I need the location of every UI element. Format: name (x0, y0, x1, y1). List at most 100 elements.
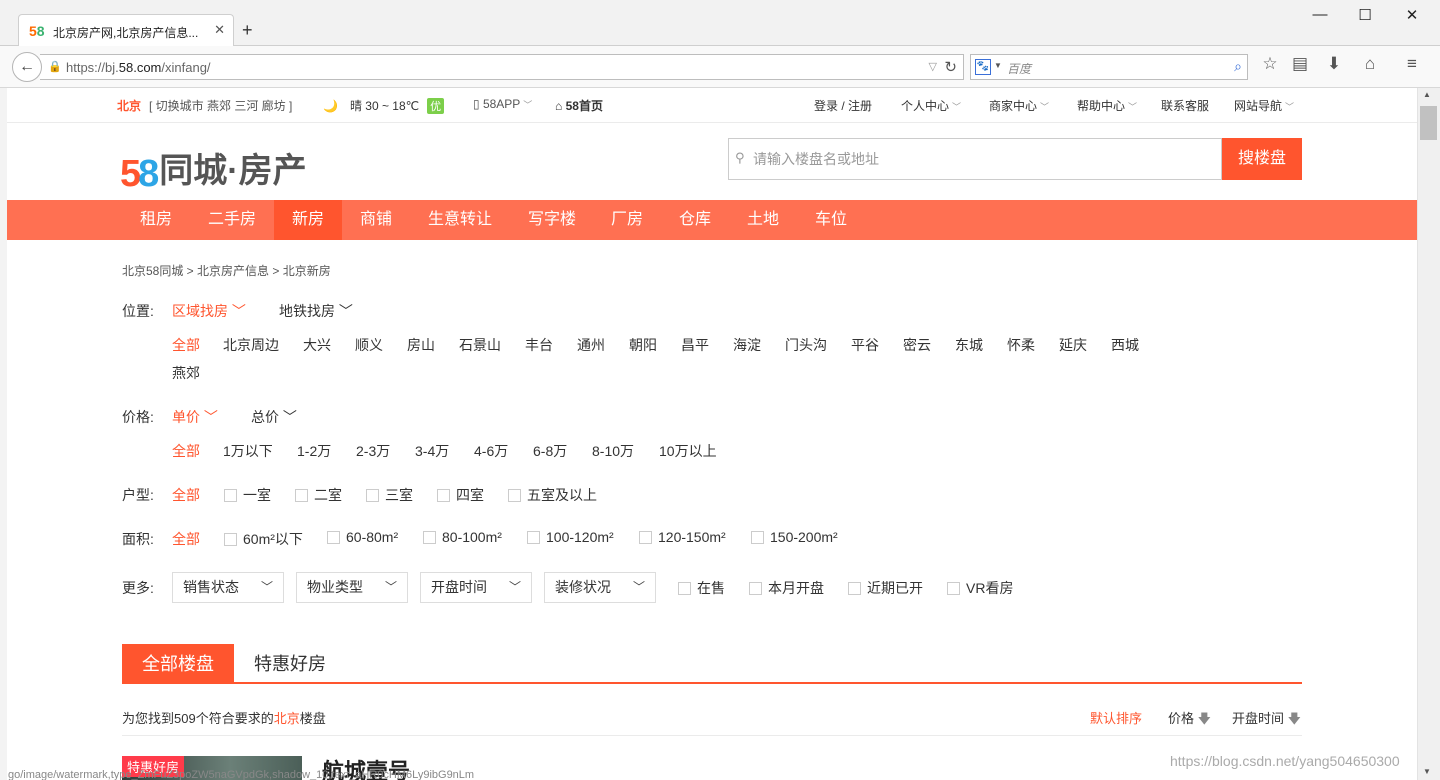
district-all[interactable]: 全部 (172, 335, 200, 355)
scroll-down-icon[interactable]: ▼ (1423, 767, 1431, 776)
checkbox-box[interactable] (527, 531, 540, 544)
opening-this-month-checkbox[interactable]: 本月开盘 (749, 578, 824, 598)
nav-item-office[interactable]: 写字楼 (517, 200, 587, 240)
tab-unit-price[interactable]: 单价 ﹀ (172, 407, 218, 427)
nav-item-shops[interactable]: 商铺 (347, 200, 405, 240)
help-center-link[interactable]: 帮助中心 ﹀ (1077, 97, 1137, 114)
district-daxing[interactable]: 大兴 (303, 335, 331, 355)
district-shijingshan[interactable]: 石景山 (459, 335, 501, 355)
new-tab-icon[interactable]: + (242, 20, 253, 41)
layout-2-room-checkbox[interactable]: 二室 (295, 485, 342, 505)
layout-4-room-checkbox[interactable]: 四室 (437, 485, 484, 505)
district-yanjiao[interactable]: 燕郊 (172, 363, 200, 383)
app-download-link[interactable]: ▯ 58APP ﹀ (473, 97, 532, 111)
current-city[interactable]: 北京 (117, 97, 141, 114)
price-6-8w[interactable]: 6-8万 (533, 441, 567, 461)
search-button[interactable]: 搜楼盘 (1222, 138, 1302, 180)
district-dongcheng[interactable]: 东城 (955, 335, 983, 355)
area-100-120-checkbox[interactable]: 100-120m² (527, 529, 614, 545)
price-all[interactable]: 全部 (172, 441, 200, 461)
search-icon[interactable]: ⌕ (1234, 58, 1242, 75)
checkbox-box[interactable] (327, 531, 340, 544)
menu-icon[interactable]: ≡ (1400, 54, 1424, 74)
checkbox-box[interactable] (749, 582, 762, 595)
scroll-up-icon[interactable]: ▲ (1423, 90, 1431, 99)
scroll-thumb[interactable] (1420, 106, 1437, 140)
area-150-200-checkbox[interactable]: 150-200m² (751, 529, 838, 545)
district-xicheng[interactable]: 西城 (1111, 335, 1139, 355)
home-link[interactable]: ⌂ 58首页 (555, 97, 603, 114)
url-dropdown-icon[interactable]: ▽ (929, 60, 937, 73)
area-60-80-checkbox[interactable]: 60-80m² (327, 529, 398, 545)
checkbox-box[interactable] (947, 582, 960, 595)
url-text[interactable]: https://bj.58.com/xinfang/ (66, 60, 211, 75)
reader-icon[interactable]: ▤ (1288, 54, 1312, 74)
layout-3-room-checkbox[interactable]: 三室 (366, 485, 413, 505)
personal-center-link[interactable]: 个人中心 ﹀ (901, 97, 961, 114)
property-type-dropdown[interactable]: 物业类型 ﹀ (296, 572, 408, 603)
district-chaoyang[interactable]: 朝阳 (629, 335, 657, 355)
nav-item-warehouse[interactable]: 仓库 (667, 200, 723, 240)
star-icon[interactable]: ☆ (1258, 54, 1282, 74)
decoration-dropdown[interactable]: 装修状况 ﹀ (544, 572, 656, 603)
nav-item-second-hand[interactable]: 二手房 (199, 200, 265, 240)
price-3-4w[interactable]: 3-4万 (415, 441, 449, 461)
district-haidian[interactable]: 海淀 (733, 335, 761, 355)
sort-price[interactable]: 价格 🡇 (1168, 708, 1211, 732)
browser-search-box[interactable]: 🐾 ▼ 百度 ⌕ (970, 54, 1248, 80)
nav-item-business-transfer[interactable]: 生意转让 (417, 200, 503, 240)
back-button[interactable]: ← (12, 52, 42, 82)
price-under-1w[interactable]: 1万以下 (223, 441, 273, 461)
merchant-center-link[interactable]: 商家中心 ﹀ (989, 97, 1049, 114)
breadcrumb[interactable]: 北京58同城 > 北京房产信息 > 北京新房 (122, 262, 331, 279)
area-80-100-checkbox[interactable]: 80-100m² (423, 529, 502, 545)
checkbox-box[interactable] (639, 531, 652, 544)
district-miyun[interactable]: 密云 (903, 335, 931, 355)
price-2-3w[interactable]: 2-3万 (356, 441, 390, 461)
checkbox-box[interactable] (366, 489, 379, 502)
customer-service-link[interactable]: 联系客服 (1161, 97, 1209, 114)
layout-5-plus-checkbox[interactable]: 五室及以上 (508, 485, 597, 505)
recently-opened-checkbox[interactable]: 近期已开 (848, 578, 923, 598)
district-changping[interactable]: 昌平 (681, 335, 709, 355)
district-beijing-periphery[interactable]: 北京周边 (223, 335, 279, 355)
checkbox-box[interactable] (678, 582, 691, 595)
district-mentougou[interactable]: 门头沟 (785, 335, 827, 355)
nav-item-land[interactable]: 土地 (735, 200, 791, 240)
checkbox-box[interactable] (848, 582, 861, 595)
baidu-icon[interactable]: 🐾 (975, 59, 991, 75)
price-1-2w[interactable]: 1-2万 (297, 441, 331, 461)
property-search-input[interactable] (728, 138, 1222, 180)
switch-city-links[interactable]: [ 切换城市 燕郊 三河 廊坊 ] (149, 97, 292, 114)
tab-all-projects[interactable]: 全部楼盘 (122, 644, 234, 684)
page-scrollbar[interactable]: ▲ ▼ (1417, 88, 1440, 780)
browser-tab[interactable]: 58 北京房产网,北京房产信息... ✕ (18, 14, 234, 47)
checkbox-box[interactable] (295, 489, 308, 502)
checkbox-box[interactable] (224, 489, 237, 502)
checkbox-box[interactable] (224, 533, 237, 546)
district-shunyi[interactable]: 顺义 (355, 335, 383, 355)
vr-tour-checkbox[interactable]: VR看房 (947, 578, 1013, 598)
layout-all[interactable]: 全部 (172, 485, 200, 505)
minimize-icon[interactable]: — (1310, 6, 1330, 23)
district-pinggu[interactable]: 平谷 (851, 335, 879, 355)
area-under-60-checkbox[interactable]: 60m²以下 (224, 529, 303, 549)
district-fengtai[interactable]: 丰台 (525, 335, 553, 355)
site-nav-link[interactable]: 网站导航 ﹀ (1234, 97, 1294, 114)
sales-status-dropdown[interactable]: 销售状态 ﹀ (172, 572, 284, 603)
checkbox-box[interactable] (423, 531, 436, 544)
nav-item-factory[interactable]: 厂房 (599, 200, 655, 240)
checkbox-box[interactable] (508, 489, 521, 502)
tab-area-search[interactable]: 区域找房 ﹀ (172, 301, 246, 321)
login-link[interactable]: 登录 / 注册 (814, 97, 872, 114)
checkbox-box[interactable] (751, 531, 764, 544)
on-sale-checkbox[interactable]: 在售 (678, 578, 725, 598)
maximize-icon[interactable]: ☐ (1355, 6, 1375, 24)
district-yanqing[interactable]: 延庆 (1059, 335, 1087, 355)
district-huairou[interactable]: 怀柔 (1007, 335, 1035, 355)
reload-icon[interactable]: ↻ (944, 58, 957, 76)
home-icon[interactable]: ⌂ (1358, 54, 1382, 74)
layout-1-room-checkbox[interactable]: 一室 (224, 485, 271, 505)
price-over-10w[interactable]: 10万以上 (659, 441, 717, 461)
price-8-10w[interactable]: 8-10万 (592, 441, 634, 461)
